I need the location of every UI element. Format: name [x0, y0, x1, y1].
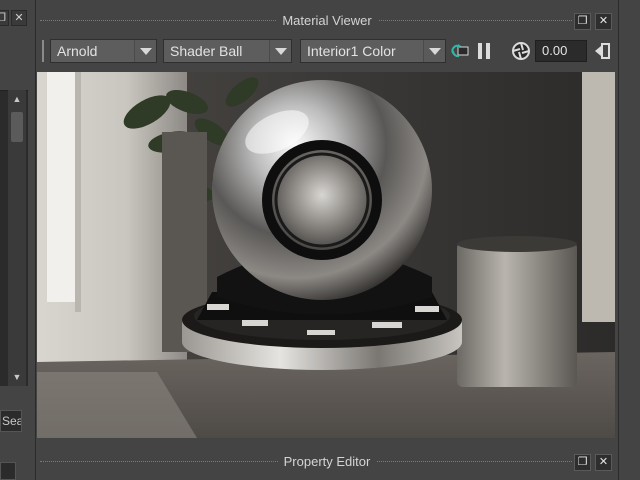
scroll-down-icon[interactable]: ▼: [8, 370, 26, 384]
environment-dropdown[interactable]: Interior1 Color: [300, 39, 446, 63]
left-panel: ❐ ✕ ▲ ▼ Sea: [0, 0, 36, 480]
chevron-down-icon: [134, 40, 156, 62]
geometry-dropdown[interactable]: Shader Ball: [163, 39, 292, 63]
chevron-down-icon: [423, 40, 445, 62]
close-icon[interactable]: ✕: [11, 10, 27, 26]
geometry-value: Shader Ball: [170, 43, 243, 59]
close-icon[interactable]: ✕: [595, 13, 612, 30]
chevron-down-icon: [269, 40, 291, 62]
panel-title: Material Viewer: [36, 13, 618, 28]
property-editor-title: Property Editor: [277, 454, 377, 469]
left-panel-header: ❐ ✕: [0, 8, 36, 30]
panel-title: Property Editor: [36, 454, 618, 469]
aperture-icon[interactable]: [511, 41, 531, 61]
export-icon[interactable]: [593, 41, 613, 61]
toolbar-handle[interactable]: [42, 40, 44, 62]
environment-value: Interior1 Color: [307, 43, 396, 59]
restore-icon[interactable]: ❐: [0, 10, 9, 26]
search-field[interactable]: Sea: [0, 410, 22, 432]
pause-icon[interactable]: [474, 41, 494, 61]
float-window-icon[interactable]: ❐: [574, 13, 591, 30]
refresh-render-icon[interactable]: [450, 41, 470, 61]
shader-ball-render: [37, 72, 615, 438]
material-viewer-toolbar: Arnold Shader Ball Interior1 Color 0.00: [36, 36, 618, 66]
property-editor-titlebar[interactable]: Property Editor ❐ ✕: [36, 451, 618, 473]
float-window-icon[interactable]: ❐: [574, 454, 591, 471]
exposure-field[interactable]: 0.00: [535, 40, 587, 62]
scrollbar-thumb[interactable]: [11, 112, 23, 142]
material-viewer-titlebar[interactable]: Material Viewer ❐ ✕: [36, 10, 618, 32]
close-icon[interactable]: ✕: [595, 454, 612, 471]
renderer-value: Arnold: [57, 43, 98, 59]
left-panel-field[interactable]: [0, 462, 16, 480]
renderer-dropdown[interactable]: Arnold: [50, 39, 157, 63]
material-preview-viewport[interactable]: [37, 72, 615, 438]
outliner-scrollbar[interactable]: ▲ ▼: [8, 90, 26, 386]
right-panel-edge: [618, 0, 640, 480]
material-viewer-title: Material Viewer: [276, 13, 378, 28]
scroll-up-icon[interactable]: ▲: [8, 92, 26, 106]
